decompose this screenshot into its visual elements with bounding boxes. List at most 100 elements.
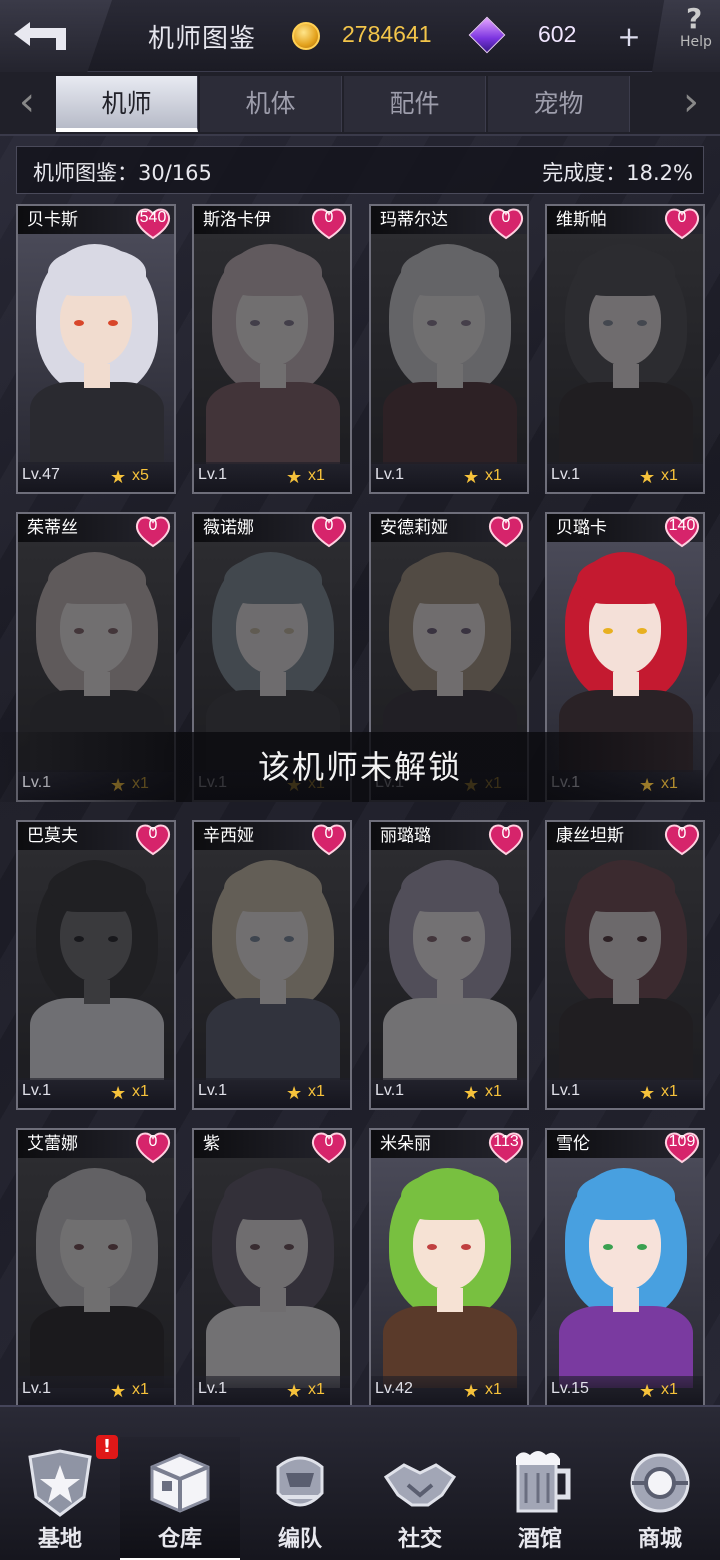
pilot-card[interactable]: 紫 0 Lv.1 ★ x1: [192, 1128, 352, 1408]
back-arrow-icon: [14, 22, 66, 50]
help-label: Help: [680, 34, 712, 50]
star-icon: ★: [286, 467, 303, 488]
gold-amount: 2784641: [342, 21, 432, 47]
add-gems-button[interactable]: +: [614, 22, 644, 52]
nav-base-label: 基地: [37, 1527, 82, 1552]
pilot-portrait: [371, 850, 527, 1080]
nav-tavern[interactable]: 酒馆: [480, 1437, 600, 1560]
affection-value: 0: [148, 517, 158, 534]
pilot-star-count: x1: [485, 1381, 502, 1398]
star-icon: ★: [110, 1083, 127, 1104]
back-button[interactable]: [0, 0, 112, 72]
pilot-card[interactable]: 巴莫夫 0 Lv.1 ★ x1: [16, 820, 176, 1110]
pilot-portrait: [18, 1158, 174, 1388]
pilot-portrait: [194, 234, 350, 464]
pilot-portrait: [194, 1158, 350, 1388]
affection-value: 0: [148, 1133, 158, 1150]
pilot-star-count: x1: [132, 1083, 149, 1100]
pilot-star-count: x1: [485, 467, 502, 484]
star-icon: ★: [286, 1381, 303, 1402]
star-icon: ★: [110, 467, 127, 488]
pilot-level: Lv.15: [551, 1380, 589, 1397]
pilot-card[interactable]: 维斯帕 0 Lv.1 ★ x1: [545, 204, 705, 494]
affection-value: 0: [148, 825, 158, 842]
star-icon: ★: [110, 1381, 127, 1402]
tavern-icon: [516, 1451, 571, 1513]
pilot-card-footer: Lv.1 ★ x1: [18, 1376, 174, 1406]
nav-warehouse[interactable]: 仓库: [120, 1437, 240, 1560]
tab-pilots[interactable]: 机师: [56, 76, 198, 132]
collection-count: 机师图鉴：30/165: [33, 161, 212, 185]
pilot-portrait: [194, 850, 350, 1080]
help-button[interactable]: ? Help: [652, 0, 720, 72]
pilot-card-footer: Lv.1 ★ x1: [371, 462, 527, 492]
affection-value: 109: [668, 1133, 696, 1150]
base-icon: [28, 1449, 92, 1517]
affection-value: 540: [139, 209, 167, 226]
tab-scroll-left-button[interactable]: ‹: [12, 82, 42, 126]
pilot-star-count: x1: [308, 1083, 325, 1100]
pilot-level: Lv.1: [375, 466, 405, 483]
star-icon: ★: [639, 1381, 656, 1402]
warehouse-icon: [150, 1453, 210, 1513]
pilot-portrait: [547, 1158, 703, 1388]
pilot-card[interactable]: 贝卡斯 540 Lv.47 ★ x5: [16, 204, 176, 494]
pilot-card-footer: Lv.1 ★ x1: [547, 1078, 703, 1108]
nav-social[interactable]: 社交: [360, 1437, 480, 1560]
pilot-portrait: [18, 234, 174, 464]
pilot-card[interactable]: 丽璐璐 0 Lv.1 ★ x1: [369, 820, 529, 1110]
affection-value: 0: [324, 517, 334, 534]
pilot-card-footer: Lv.47 ★ x5: [18, 462, 174, 492]
nav-formation[interactable]: 编队: [240, 1437, 360, 1560]
diamond-icon: [468, 16, 506, 54]
pilot-card-footer: Lv.1 ★ x1: [18, 1078, 174, 1108]
affection-value: 0: [501, 209, 511, 226]
tab-scroll-right-button[interactable]: ›: [676, 82, 706, 126]
pilot-card-footer: Lv.1 ★ x1: [547, 462, 703, 492]
handshake-icon: [383, 1463, 457, 1507]
pilot-level: Lv.1: [375, 1082, 405, 1099]
pilot-card[interactable]: 米朵丽 113 Lv.42 ★ x1: [369, 1128, 529, 1408]
star-icon: ★: [639, 1083, 656, 1104]
pilot-card-footer: Lv.15 ★ x1: [547, 1376, 703, 1406]
affection-value: 0: [501, 825, 511, 842]
pilot-card[interactable]: 斯洛卡伊 0 Lv.1 ★ x1: [192, 204, 352, 494]
affection-value: 0: [677, 825, 687, 842]
tab-pets[interactable]: 宠物: [488, 76, 630, 132]
pilot-card-footer: Lv.1 ★ x1: [371, 1078, 527, 1108]
pilot-card-footer: Lv.1 ★ x1: [194, 1376, 350, 1406]
pilot-level: Lv.47: [22, 466, 60, 483]
gem-amount: 602: [538, 21, 577, 47]
affection-value: 0: [324, 1133, 334, 1150]
affection-value: 0: [677, 209, 687, 226]
page-title: 机师图鉴: [148, 24, 257, 54]
nav-shop[interactable]: 商城: [600, 1437, 720, 1560]
pilot-level: Lv.1: [551, 466, 581, 483]
pilot-star-count: x1: [661, 1381, 678, 1398]
bottom-nav: ! 基地 仓库 编队 社交 酒馆 商城: [0, 1405, 720, 1560]
pilot-card[interactable]: 雪伦 109 Lv.15 ★ x1: [545, 1128, 705, 1408]
nav-social-label: 社交: [397, 1527, 442, 1552]
tab-parts[interactable]: 配件: [344, 76, 486, 132]
pilot-card[interactable]: 艾蕾娜 0 Lv.1 ★ x1: [16, 1128, 176, 1408]
pilot-card[interactable]: 辛西娅 0 Lv.1 ★ x1: [192, 820, 352, 1110]
top-bar: 机师图鉴 2784641 602 + ? Help: [0, 0, 720, 72]
gold-coin-icon: [292, 22, 320, 50]
star-icon: ★: [463, 1381, 480, 1402]
pilot-level: Lv.1: [198, 466, 228, 483]
collection-stats-bar: 机师图鉴：30/165 完成度：18.2%: [16, 146, 704, 194]
pilot-star-count: x1: [132, 1381, 149, 1398]
pilot-card[interactable]: 玛蒂尔达 0 Lv.1 ★ x1: [369, 204, 529, 494]
affection-value: 0: [324, 825, 334, 842]
nav-warehouse-label: 仓库: [157, 1527, 202, 1552]
help-icon: ?: [686, 2, 703, 35]
pilot-level: Lv.1: [551, 1082, 581, 1099]
affection-value: 140: [668, 517, 696, 534]
pilot-card-footer: Lv.42 ★ x1: [371, 1376, 527, 1406]
tab-mechs[interactable]: 机体: [200, 76, 342, 132]
pilot-card[interactable]: 康丝坦斯 0 Lv.1 ★ x1: [545, 820, 705, 1110]
nav-base[interactable]: ! 基地: [0, 1435, 120, 1560]
pilot-level: Lv.42: [375, 1380, 413, 1397]
pilot-card-footer: Lv.1 ★ x1: [194, 1078, 350, 1108]
locked-toast-message: 该机师未解锁: [0, 732, 720, 802]
